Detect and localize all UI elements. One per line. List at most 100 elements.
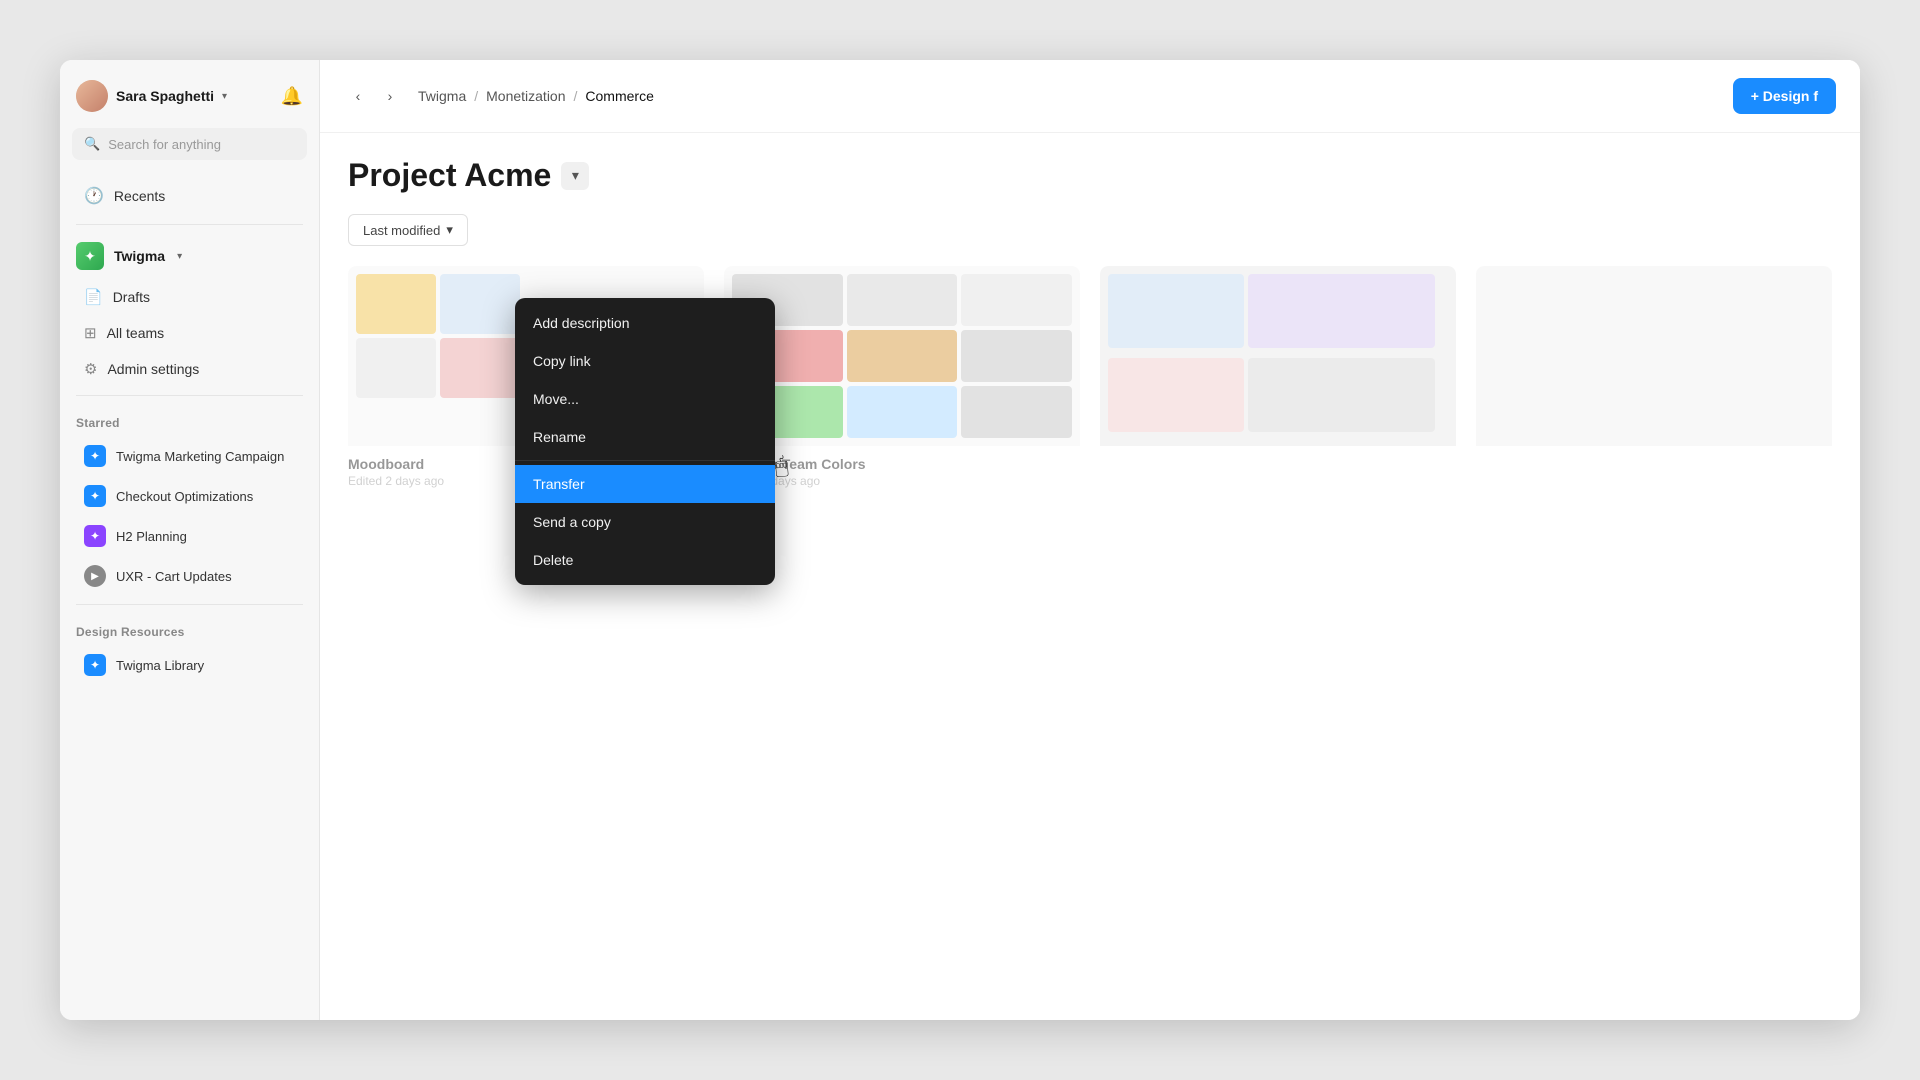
recents-label: Recents: [114, 188, 165, 204]
user-name: Sara Spaghetti: [116, 88, 214, 104]
admin-settings-label: Admin settings: [107, 361, 199, 377]
drafts-label: Drafts: [113, 289, 150, 305]
file-info-team-colors: Ryhan's Team Colors Edited 2 days ago: [724, 446, 1080, 488]
menu-label-transfer: Transfer: [533, 476, 585, 492]
filter-chevron-icon: ▾: [446, 222, 453, 238]
menu-item-copy-link[interactable]: Copy link: [515, 342, 775, 380]
clock-icon: 🕐: [84, 186, 104, 206]
breadcrumb-commerce[interactable]: Commerce: [585, 88, 653, 104]
starred-label-library: Twigma Library: [116, 658, 204, 673]
forward-button[interactable]: ›: [376, 82, 404, 110]
starred-item-checkout-optimizations[interactable]: ✦ Checkout Optimizations: [68, 477, 311, 515]
color-swatch-2: [847, 274, 958, 326]
design-resources-section-title: Design Resources: [60, 613, 319, 645]
search-input-placeholder: Search for anything: [108, 137, 221, 152]
avatar: [76, 80, 108, 112]
starred-label-checkout: Checkout Optimizations: [116, 489, 253, 504]
avatar-image: [76, 80, 108, 112]
all-teams-label: All teams: [107, 325, 165, 341]
thumb-piece-3: [1108, 358, 1244, 432]
menu-label-move: Move...: [533, 391, 579, 407]
starred-item-h2-planning[interactable]: ✦ H2 Planning: [68, 517, 311, 555]
breadcrumb-nav: ‹ ›: [344, 82, 404, 110]
color-swatch-9: [961, 386, 1072, 438]
user-chevron-icon: ▾: [222, 91, 227, 102]
starred-item-twigma-library[interactable]: ✦ Twigma Library: [68, 646, 311, 684]
main-content: ‹ › Twigma / Monetization / Commerce + D…: [320, 60, 1860, 1020]
breadcrumb-monetization[interactable]: Monetization: [486, 88, 565, 104]
team-chevron-icon: ▾: [177, 251, 182, 262]
menu-item-delete[interactable]: Delete: [515, 541, 775, 579]
breadcrumb-sep-2: /: [574, 88, 578, 104]
menu-label-delete: Delete: [533, 552, 573, 568]
sidebar-item-all-teams[interactable]: ⊞ All teams: [68, 316, 311, 350]
filter-row: Last modified ▾: [348, 214, 1832, 246]
starred-icon-uxr: ▶: [84, 565, 106, 587]
app-window: Sara Spaghetti ▾ 🔔 🔍 Search for anything…: [60, 60, 1860, 1020]
project-title-row: Project Acme ▾: [348, 157, 1832, 194]
starred-item-uxr-cart-updates[interactable]: ▶ UXR - Cart Updates: [68, 557, 311, 595]
starred-icon-library: ✦: [84, 654, 106, 676]
user-info[interactable]: Sara Spaghetti ▾: [76, 80, 227, 112]
menu-item-move[interactable]: Move...: [515, 380, 775, 418]
file-card-3[interactable]: [1100, 266, 1456, 488]
search-icon: 🔍: [84, 136, 100, 152]
thumb-piece-2: [1248, 274, 1435, 348]
menu-item-transfer[interactable]: Transfer: [515, 465, 775, 503]
menu-label-copy-link: Copy link: [533, 353, 591, 369]
file-thumb-4: [1476, 266, 1832, 446]
starred-icon-twigma: ✦: [84, 445, 106, 467]
all-teams-icon: ⊞: [84, 324, 97, 342]
project-dropdown-icon[interactable]: ▾: [561, 162, 589, 190]
context-menu: Add description Copy link Move... Rename…: [515, 298, 775, 585]
file-thumb-team-colors: [724, 266, 1080, 446]
team-icon: ✦: [76, 242, 104, 270]
starred-label-twigma: Twigma Marketing Campaign: [116, 449, 284, 464]
sidebar-item-recents[interactable]: 🕐 Recents: [68, 177, 311, 215]
starred-section-title: Starred: [60, 404, 319, 436]
breadcrumb-sep-1: /: [474, 88, 478, 104]
sidebar-divider-3: [76, 604, 303, 605]
breadcrumb-twigma[interactable]: Twigma: [418, 88, 466, 104]
starred-label-uxr: UXR - Cart Updates: [116, 569, 232, 584]
file-thumb-3: [1100, 266, 1456, 446]
thumb-piece-4: [1248, 358, 1435, 432]
thumb-piece-1: [1108, 274, 1244, 348]
menu-divider: [515, 460, 775, 461]
notification-bell-icon[interactable]: 🔔: [281, 86, 303, 107]
project-title: Project Acme: [348, 157, 551, 194]
color-swatch-3: [961, 274, 1072, 326]
top-bar: ‹ › Twigma / Monetization / Commerce + D…: [320, 60, 1860, 133]
sidebar-item-drafts[interactable]: 📄 Drafts: [68, 280, 311, 314]
last-modified-filter[interactable]: Last modified ▾: [348, 214, 468, 246]
menu-label-send-copy: Send a copy: [533, 514, 611, 530]
starred-icon-h2: ✦: [84, 525, 106, 547]
team-name: Twigma: [114, 248, 165, 264]
menu-item-rename[interactable]: Rename: [515, 418, 775, 456]
color-swatch-5: [847, 330, 958, 382]
sidebar-item-admin-settings[interactable]: ⚙ Admin settings: [68, 352, 311, 386]
admin-settings-icon: ⚙: [84, 360, 97, 378]
filter-label: Last modified: [363, 223, 440, 238]
file-name-team-colors: Ryhan's Team Colors: [724, 456, 1080, 472]
starred-item-twigma-marketing[interactable]: ✦ Twigma Marketing Campaign: [68, 437, 311, 475]
sidebar: Sara Spaghetti ▾ 🔔 🔍 Search for anything…: [60, 60, 320, 1020]
file-card-team-colors[interactable]: Ryhan's Team Colors Edited 2 days ago: [724, 266, 1080, 488]
sidebar-header: Sara Spaghetti ▾ 🔔: [60, 60, 319, 128]
back-button[interactable]: ‹: [344, 82, 372, 110]
color-swatch-6: [961, 330, 1072, 382]
breadcrumb: ‹ › Twigma / Monetization / Commerce: [344, 82, 654, 110]
page-body: Project Acme ▾ Last modified ▾: [320, 133, 1860, 1020]
file-card-4[interactable]: [1476, 266, 1832, 488]
menu-item-add-description[interactable]: Add description: [515, 304, 775, 342]
menu-item-send-copy[interactable]: Send a copy: [515, 503, 775, 541]
color-swatch-8: [847, 386, 958, 438]
file-edit-team-colors: Edited 2 days ago: [724, 474, 1080, 488]
sidebar-divider-1: [76, 224, 303, 225]
search-bar[interactable]: 🔍 Search for anything: [72, 128, 307, 160]
starred-icon-checkout: ✦: [84, 485, 106, 507]
menu-label-add-description: Add description: [533, 315, 630, 331]
design-file-button[interactable]: + Design f: [1733, 78, 1836, 114]
team-row[interactable]: ✦ Twigma ▾: [60, 233, 319, 279]
file-info-3: [1100, 446, 1456, 456]
